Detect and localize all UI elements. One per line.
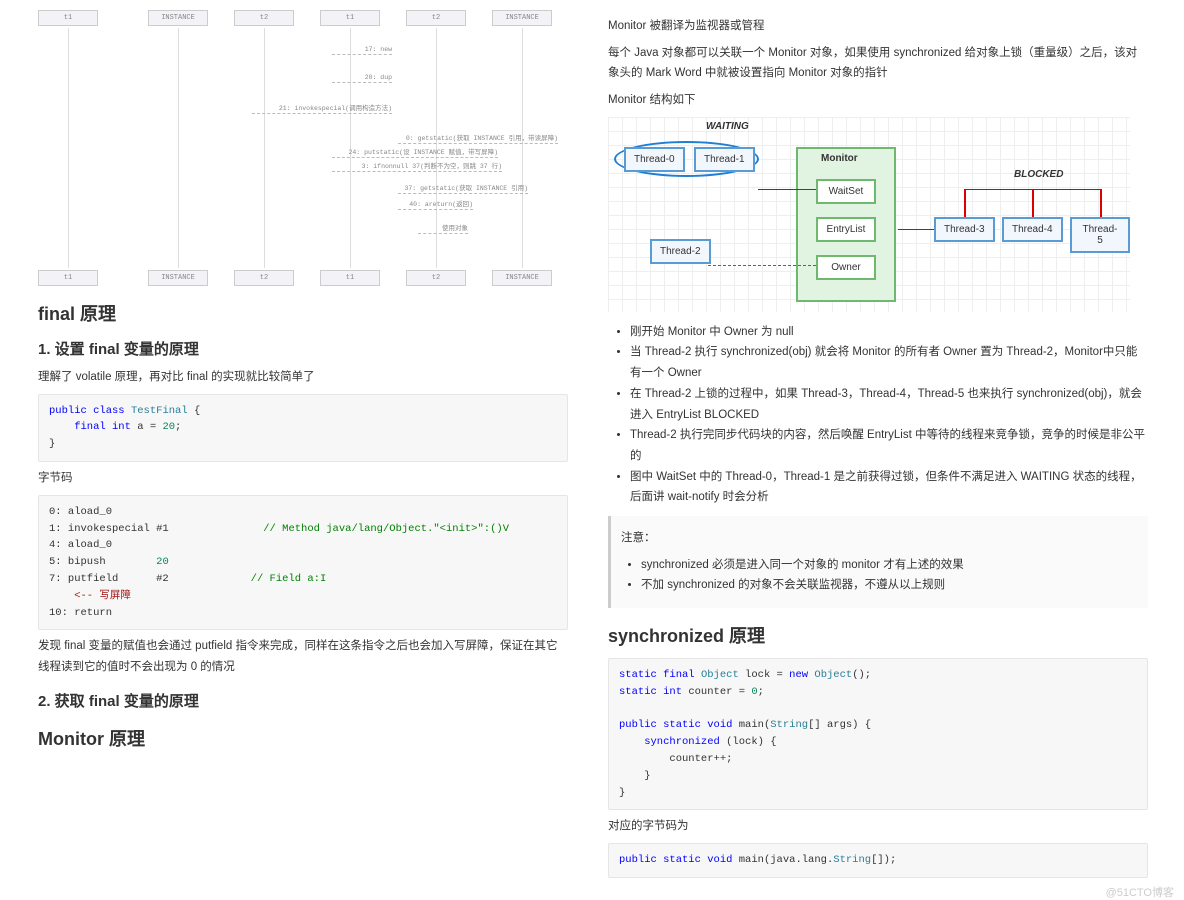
para: 字节码 xyxy=(38,468,568,489)
list-item: 图中 WaitSet 中的 Thread-0，Thread-1 是之前获得过锁，… xyxy=(630,467,1148,508)
para: 发现 final 变量的赋值也会通过 putfield 指令来完成，同样在这条指… xyxy=(38,636,568,677)
list-item: 在 Thread-2 上锁的过程中，如果 Thread-3，Thread-4，T… xyxy=(630,384,1148,425)
arrow-entrylist xyxy=(898,229,934,231)
code-block-sync-bytecode: public static void main(java.lang.String… xyxy=(608,843,1148,878)
para: 理解了 volatile 原理，再对比 final 的实现就比较简单了 xyxy=(38,367,568,388)
heading-final: final 原理 xyxy=(38,300,568,326)
seq-msg: 24: putstatic(设 INSTANCE 赋值，带写屏障) xyxy=(332,146,498,158)
seq-col-t1: t1 xyxy=(38,10,98,26)
code-block-sync: static final Object lock = new Object();… xyxy=(608,658,1148,810)
seq-msg: 0: getstatic(获取 INSTANCE 引用，带读屏障) xyxy=(398,132,558,144)
para: 每个 Java 对象都可以关联一个 Monitor 对象，如果使用 synchr… xyxy=(608,43,1148,84)
heading-monitor: Monitor 原理 xyxy=(38,725,568,751)
para: Monitor 被翻译为监视器或管程 xyxy=(608,16,1148,37)
code-block-bytecode: 0: aload_0 1: invokespecial #1 // Method… xyxy=(38,495,568,631)
list-item: 不加 synchronized 的对象不会关联监视器，不遵从以上规则 xyxy=(641,575,1138,596)
heading-synchronized: synchronized 原理 xyxy=(608,622,1148,648)
sequence-diagram: t1 INSTANCE t2 t1 t2 INSTANCE t1 INSTANC… xyxy=(38,10,562,286)
note-block: 注意： synchronized 必须是进入同一个对象的 monitor 才有上… xyxy=(608,516,1148,608)
list-item: 刚开始 Monitor 中 Owner 为 null xyxy=(630,322,1148,343)
watermark: @51CTO博客 xyxy=(1106,884,1174,900)
list-item: synchronized 必须是进入同一个对象的 monitor 才有上述的效果 xyxy=(641,555,1138,576)
arrow-waitset xyxy=(758,189,816,191)
seq-msg: 37: getstatic(获取 INSTANCE 引用) xyxy=(398,182,528,194)
code-block-testfinal: public class TestFinal { final int a = 2… xyxy=(38,394,568,462)
seq-col-t2b: t2 xyxy=(406,10,466,26)
seq-col-instanceb: INSTANCE xyxy=(492,10,552,26)
list-item: Thread-2 执行完同步代码块的内容，然后唤醒 EntryList 中等待的… xyxy=(630,425,1148,466)
seq-msg: 21: invokespecial(调用构造方法) xyxy=(252,102,392,114)
monitor-diagram: WAITING BLOCKED Thread-0 Thread-1 Thread… xyxy=(608,117,1130,312)
bullet-list: 刚开始 Monitor 中 Owner 为 null 当 Thread-2 执行… xyxy=(608,322,1148,508)
seq-msg: 20: dup xyxy=(332,74,392,83)
seq-col-t1b: t1 xyxy=(320,10,380,26)
seq-col-instance: INSTANCE xyxy=(148,10,208,26)
seq-msg: 40: areturn(返回) xyxy=(398,198,473,210)
para: Monitor 结构如下 xyxy=(608,90,1148,111)
heading-set-final: 1. 设置 final 变量的原理 xyxy=(38,338,568,359)
seq-msg: 3: ifnonnull 37(判断不为空，则跳 37 行) xyxy=(332,160,502,172)
list-item: 当 Thread-2 执行 synchronized(obj) 就会将 Moni… xyxy=(630,342,1148,383)
seq-col-t2: t2 xyxy=(234,10,294,26)
arrow-owner xyxy=(708,265,816,266)
seq-msg: 17: new xyxy=(332,46,392,55)
para: 对应的字节码为 xyxy=(608,816,1148,837)
seq-msg: 使用对象 xyxy=(418,222,468,234)
